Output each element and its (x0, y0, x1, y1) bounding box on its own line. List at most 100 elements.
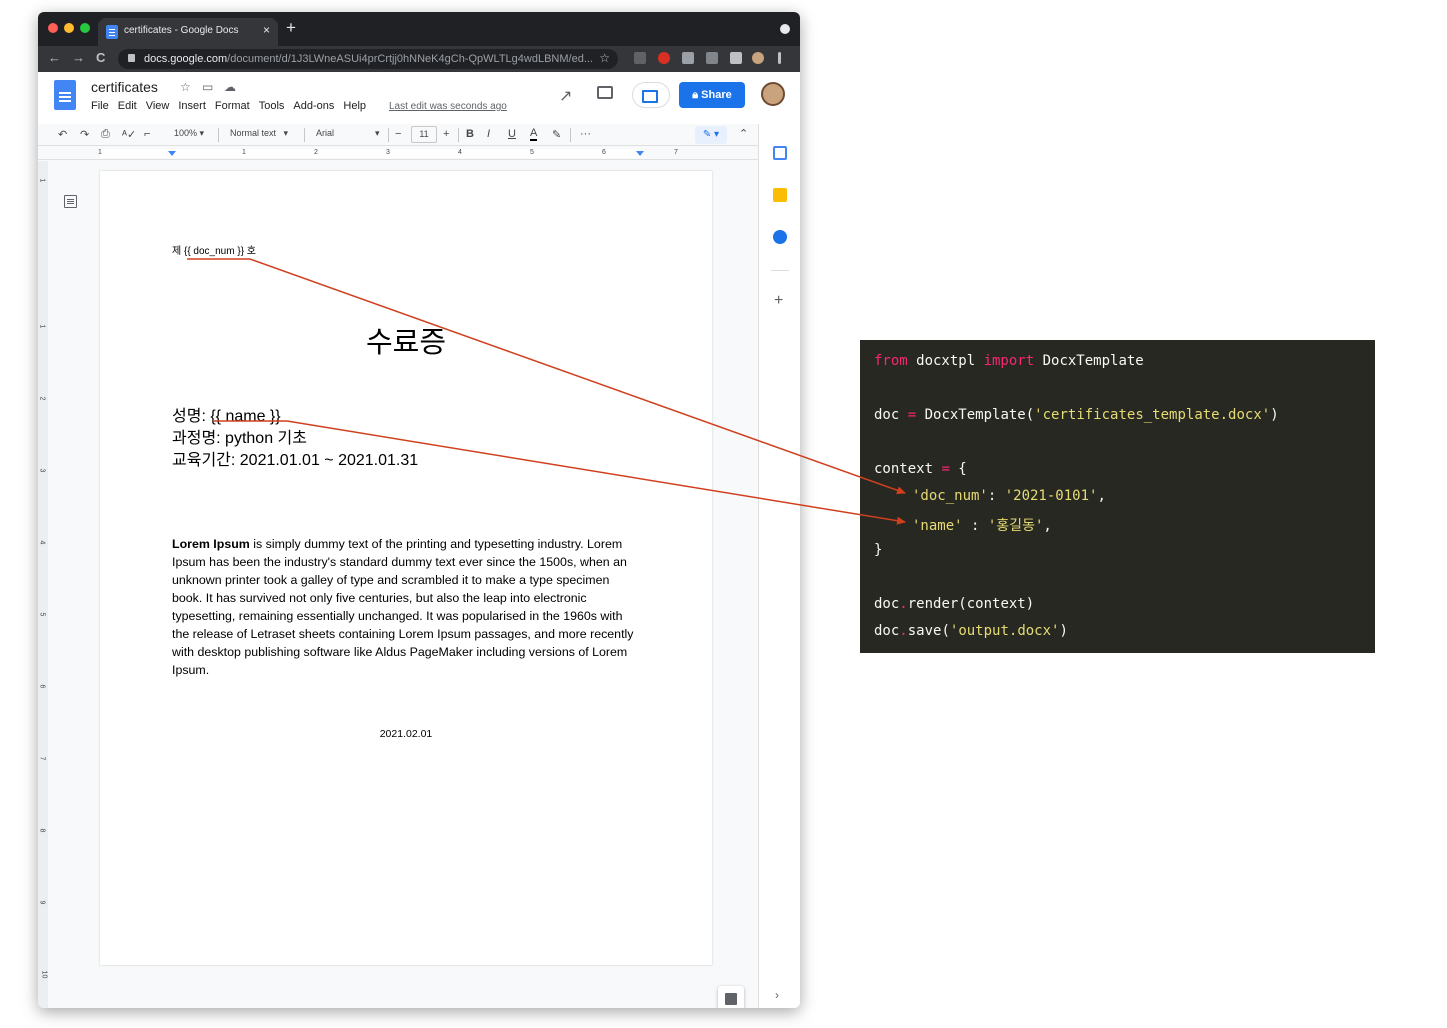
bookmark-star-icon[interactable]: ☆ (599, 51, 610, 65)
tab-bar: certificates - Google Docs × + (38, 12, 800, 46)
tab-search-icon[interactable] (780, 24, 790, 34)
vruler-number: 1 (38, 324, 46, 329)
toolbar-divider (388, 128, 389, 142)
tab-close-icon[interactable]: × (263, 23, 270, 37)
browser-tab[interactable]: certificates - Google Docs × (98, 18, 278, 46)
menu-help[interactable]: Help (343, 100, 366, 112)
extensions-puzzle-icon[interactable] (730, 52, 742, 64)
extension-grid-icon[interactable] (706, 52, 718, 64)
explore-icon[interactable] (718, 986, 744, 1008)
calendar-icon[interactable] (773, 146, 787, 160)
code-text: , (1043, 518, 1052, 534)
add-on-plus-icon[interactable]: + (774, 292, 783, 310)
lock-icon: 🔒︎ (692, 89, 702, 101)
share-label: Share (701, 89, 732, 101)
doc-number-line: 제 {{ doc_num }} 호 (172, 246, 257, 257)
extension-camera-icon[interactable] (682, 52, 694, 64)
ruler-number: 4 (458, 149, 462, 156)
redo-icon[interactable]: ↷ (80, 128, 89, 141)
forward-icon[interactable]: → (72, 50, 85, 65)
vruler-number: 8 (38, 828, 46, 833)
code-text: docxtpl (907, 353, 984, 369)
share-button[interactable]: 🔒︎ Share (679, 82, 745, 108)
document-outline-icon[interactable] (64, 195, 77, 208)
horizontal-ruler[interactable]: 1 1 2 3 4 5 6 7 (38, 147, 758, 160)
browser-menu-icon[interactable] (778, 52, 781, 64)
activity-trend-icon[interactable]: ↗ (559, 86, 572, 106)
editing-mode-button[interactable]: ✎ ▾ (695, 126, 727, 144)
tasks-icon[interactable] (773, 230, 787, 244)
last-edit-link[interactable]: Last edit was seconds ago (389, 101, 507, 112)
font-value: Arial (316, 128, 335, 138)
url-host: docs.google.com (144, 53, 228, 65)
profile-avatar-icon[interactable] (752, 52, 764, 64)
font-select[interactable]: Arial (316, 128, 334, 138)
code-operator: = (907, 407, 917, 423)
url-text: docs.google.com/document/d/1J3LWneASUi4p… (144, 53, 593, 65)
extension-red-icon[interactable] (658, 52, 670, 64)
code-text: doc (874, 407, 908, 423)
paint-format-icon[interactable]: ⌐ (144, 128, 150, 140)
undo-icon[interactable]: ↶ (58, 128, 67, 141)
code-string: 'name' (912, 518, 963, 534)
lorem-body: is simply dummy text of the printing and… (172, 537, 634, 677)
comments-icon[interactable] (597, 86, 613, 99)
code-text: DocxTemplate( (916, 407, 1035, 423)
menu-format[interactable]: Format (215, 100, 250, 112)
code-operator: = (941, 461, 950, 477)
menu-tools[interactable]: Tools (259, 100, 285, 112)
zoom-select[interactable]: 100% ▾ (174, 128, 204, 139)
name-line: 성명: {{ name }} (172, 408, 281, 425)
font-dropdown-icon[interactable]: ▾ (375, 128, 380, 139)
font-size-input[interactable]: 11 (411, 126, 437, 143)
menu-view[interactable]: View (146, 100, 170, 112)
code-operator: . (899, 623, 908, 639)
code-text: render(context) (907, 596, 1035, 612)
code-line-2: doc = DocxTemplate('certificates_templat… (874, 407, 1279, 423)
minimize-window-button[interactable] (64, 23, 74, 33)
text-color-button[interactable]: A (530, 128, 538, 141)
underline-button[interactable]: U (508, 128, 516, 140)
bold-button[interactable]: B (466, 128, 474, 140)
chevron-right-icon[interactable]: › (775, 988, 779, 1002)
menu-edit[interactable]: Edit (118, 100, 137, 112)
address-bar[interactable]: docs.google.com/document/d/1J3LWneASUi4p… (118, 49, 618, 69)
document-page[interactable]: 제 {{ doc_num }} 호 수료증 성명: {{ name }} 과정명… (100, 171, 712, 965)
increase-font-size-button[interactable]: + (443, 128, 449, 140)
extension-home-icon[interactable] (634, 52, 646, 64)
right-indent-marker[interactable] (636, 151, 644, 156)
code-text: } (874, 542, 883, 558)
user-avatar[interactable] (761, 82, 785, 106)
code-text: DocxTemplate (1034, 353, 1144, 369)
present-button[interactable] (632, 82, 670, 108)
keep-icon[interactable] (773, 188, 787, 202)
vruler-number: 9 (38, 900, 46, 905)
ruler-number: 5 (530, 149, 534, 156)
style-select[interactable]: Normal text ▾ (230, 128, 288, 139)
menu-insert[interactable]: Insert (178, 100, 206, 112)
document-title[interactable]: certificates (91, 79, 158, 95)
more-options-button[interactable]: ··· (580, 128, 591, 140)
chevron-up-icon[interactable]: ⌃ (739, 127, 748, 140)
spellcheck-icon[interactable]: ᴬ✓ (122, 128, 136, 141)
vruler-number: 4 (38, 540, 46, 545)
menu-addons[interactable]: Add-ons (293, 100, 334, 112)
star-icon[interactable]: ☆ (180, 80, 191, 94)
code-text: : (987, 488, 1005, 504)
docs-logo-icon[interactable] (54, 80, 76, 110)
new-tab-button[interactable]: + (286, 19, 296, 37)
vruler-number: 1 (38, 178, 46, 183)
decrease-font-size-button[interactable]: − (395, 128, 401, 140)
move-folder-icon[interactable]: ▭ (202, 80, 213, 94)
close-window-button[interactable] (48, 23, 58, 33)
menu-file[interactable]: File (91, 100, 109, 112)
reload-icon[interactable]: C (96, 50, 105, 65)
italic-button[interactable]: I (487, 128, 490, 140)
highlight-color-icon[interactable]: ✎ (552, 128, 561, 141)
back-icon[interactable]: ← (48, 50, 61, 65)
left-indent-marker[interactable] (168, 151, 176, 156)
print-icon[interactable]: ⎙ (101, 128, 110, 141)
maximize-window-button[interactable] (80, 23, 90, 33)
code-keyword: from (874, 353, 908, 369)
vruler-number: 2 (38, 396, 46, 401)
